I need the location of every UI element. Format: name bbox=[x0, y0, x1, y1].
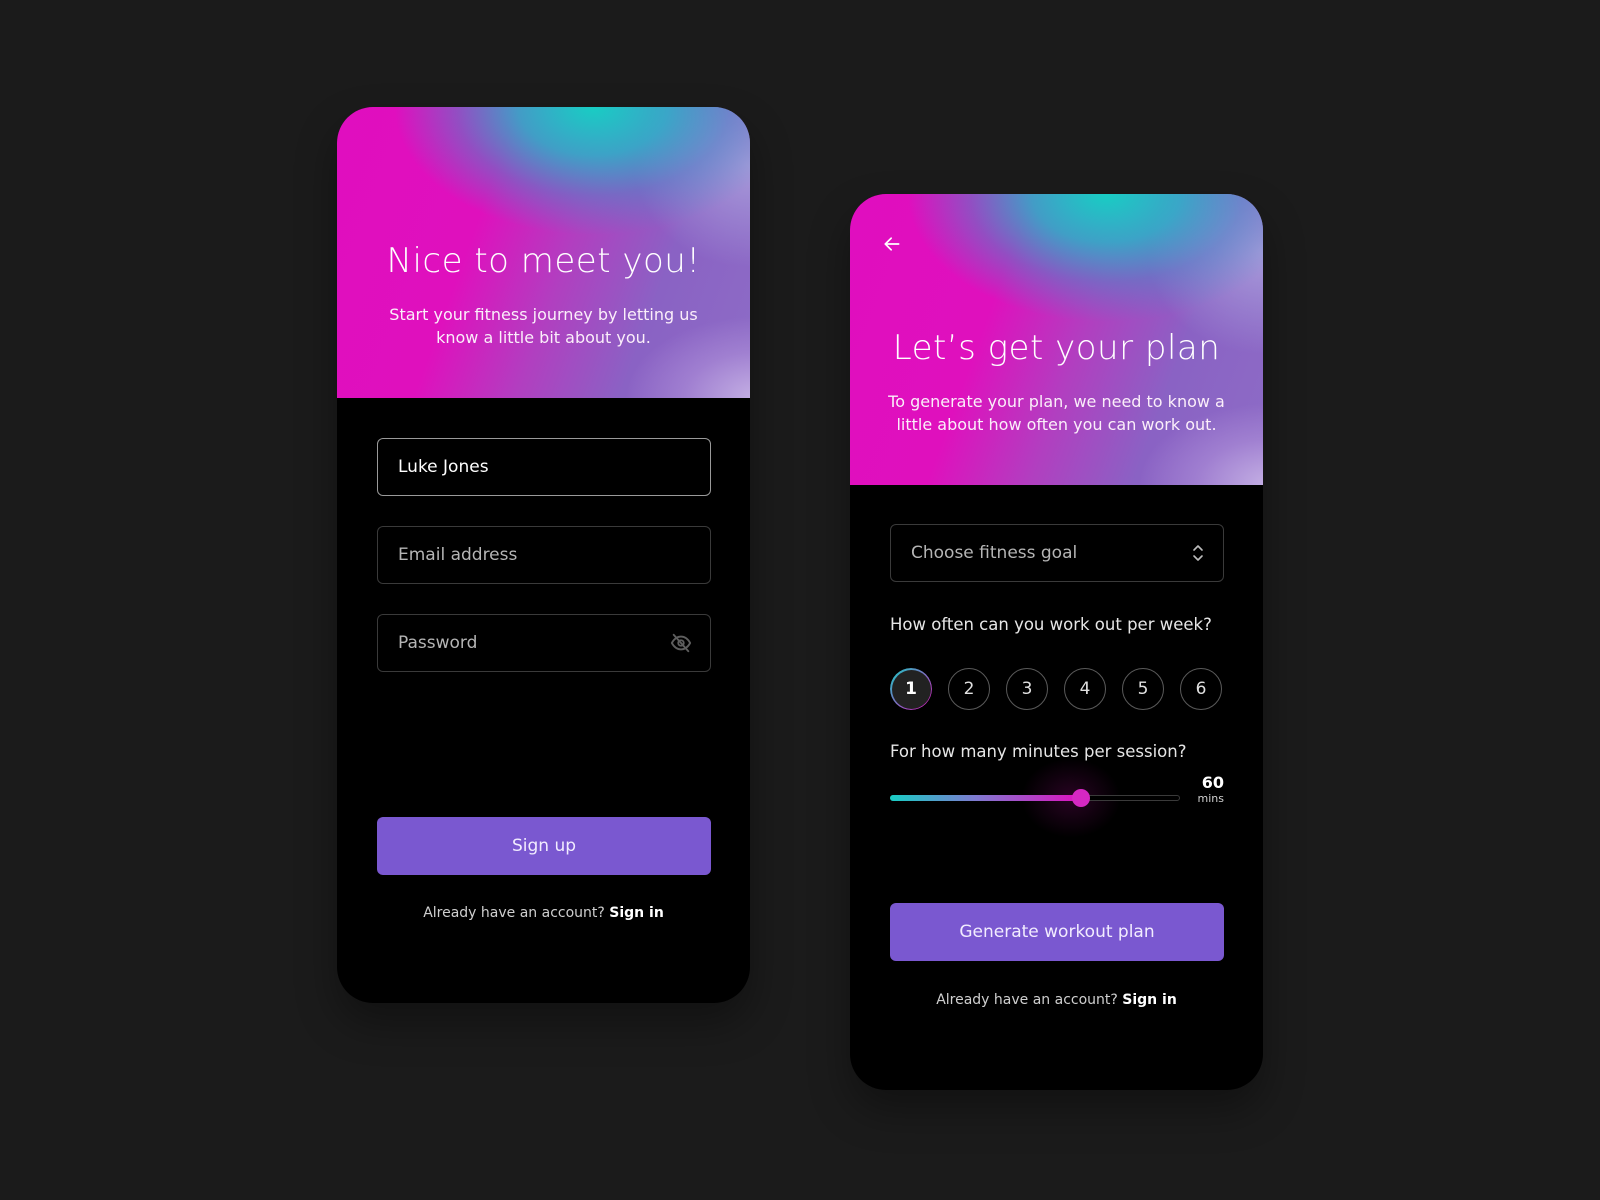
frequency-option-label: 5 bbox=[1137, 679, 1149, 699]
chevron-up-down-icon bbox=[1191, 542, 1205, 564]
plan-hero: Let’s get your plan To generate your pla… bbox=[850, 194, 1263, 485]
back-button[interactable] bbox=[880, 232, 904, 256]
plan-title: Let’s get your plan bbox=[892, 328, 1221, 368]
signin-prompt-text: Already have an account? bbox=[423, 905, 605, 921]
password-input[interactable]: Password bbox=[377, 614, 711, 672]
signin-prompt: Already have an account? Sign in bbox=[337, 905, 750, 921]
sign-up-button[interactable]: Sign up bbox=[377, 817, 711, 875]
minutes-value: 60 mins bbox=[1197, 773, 1224, 806]
plan-subtitle: To generate your plan, we need to know a… bbox=[888, 392, 1225, 434]
slider-thumb[interactable] bbox=[1072, 789, 1090, 807]
frequency-option-label: 2 bbox=[963, 679, 975, 699]
frequency-option-label: 4 bbox=[1079, 679, 1091, 699]
frequency-option-5[interactable]: 5 bbox=[1122, 668, 1164, 710]
fitness-goal-select[interactable]: Choose fitness goal bbox=[890, 524, 1224, 582]
minutes-question: For how many minutes per session? bbox=[890, 742, 1187, 761]
signup-card: Nice to meet you! Start your fitness jou… bbox=[337, 107, 750, 1003]
slider-fill bbox=[890, 795, 1081, 801]
frequency-option-label: 3 bbox=[1021, 679, 1033, 699]
email-input-placeholder: Email address bbox=[398, 545, 518, 565]
frequency-options: 1 2 3 4 5 6 bbox=[890, 668, 1222, 710]
signup-subtitle: Start your fitness journey by letting us… bbox=[389, 305, 698, 347]
email-input[interactable]: Email address bbox=[377, 526, 711, 584]
frequency-option-6[interactable]: 6 bbox=[1180, 668, 1222, 710]
name-input-value: Luke Jones bbox=[398, 457, 489, 477]
minutes-value-unit: mins bbox=[1197, 792, 1224, 805]
frequency-question: How often can you work out per week? bbox=[890, 615, 1212, 634]
name-input[interactable]: Luke Jones bbox=[377, 438, 711, 496]
frequency-option-2[interactable]: 2 bbox=[948, 668, 990, 710]
frequency-option-4[interactable]: 4 bbox=[1064, 668, 1106, 710]
plan-card: Let’s get your plan To generate your pla… bbox=[850, 194, 1263, 1090]
signup-title: Nice to meet you! bbox=[386, 241, 701, 281]
frequency-option-label: 6 bbox=[1195, 679, 1207, 699]
minutes-slider[interactable] bbox=[890, 758, 1180, 838]
frequency-option-label: 1 bbox=[905, 679, 917, 699]
signin-prompt-text: Already have an account? bbox=[936, 992, 1118, 1008]
signin-link[interactable]: Sign in bbox=[609, 905, 664, 921]
frequency-option-3[interactable]: 3 bbox=[1006, 668, 1048, 710]
minutes-value-number: 60 bbox=[1201, 773, 1224, 792]
fitness-goal-placeholder: Choose fitness goal bbox=[911, 543, 1078, 563]
signin-link[interactable]: Sign in bbox=[1122, 992, 1177, 1008]
frequency-option-1[interactable]: 1 bbox=[890, 668, 932, 710]
signin-prompt: Already have an account? Sign in bbox=[850, 992, 1263, 1008]
signup-hero: Nice to meet you! Start your fitness jou… bbox=[337, 107, 750, 398]
eye-off-icon bbox=[670, 633, 692, 653]
arrow-left-icon bbox=[884, 237, 900, 251]
password-input-placeholder: Password bbox=[398, 633, 478, 653]
password-visibility-toggle[interactable] bbox=[670, 632, 692, 654]
generate-plan-button[interactable]: Generate workout plan bbox=[890, 903, 1224, 961]
